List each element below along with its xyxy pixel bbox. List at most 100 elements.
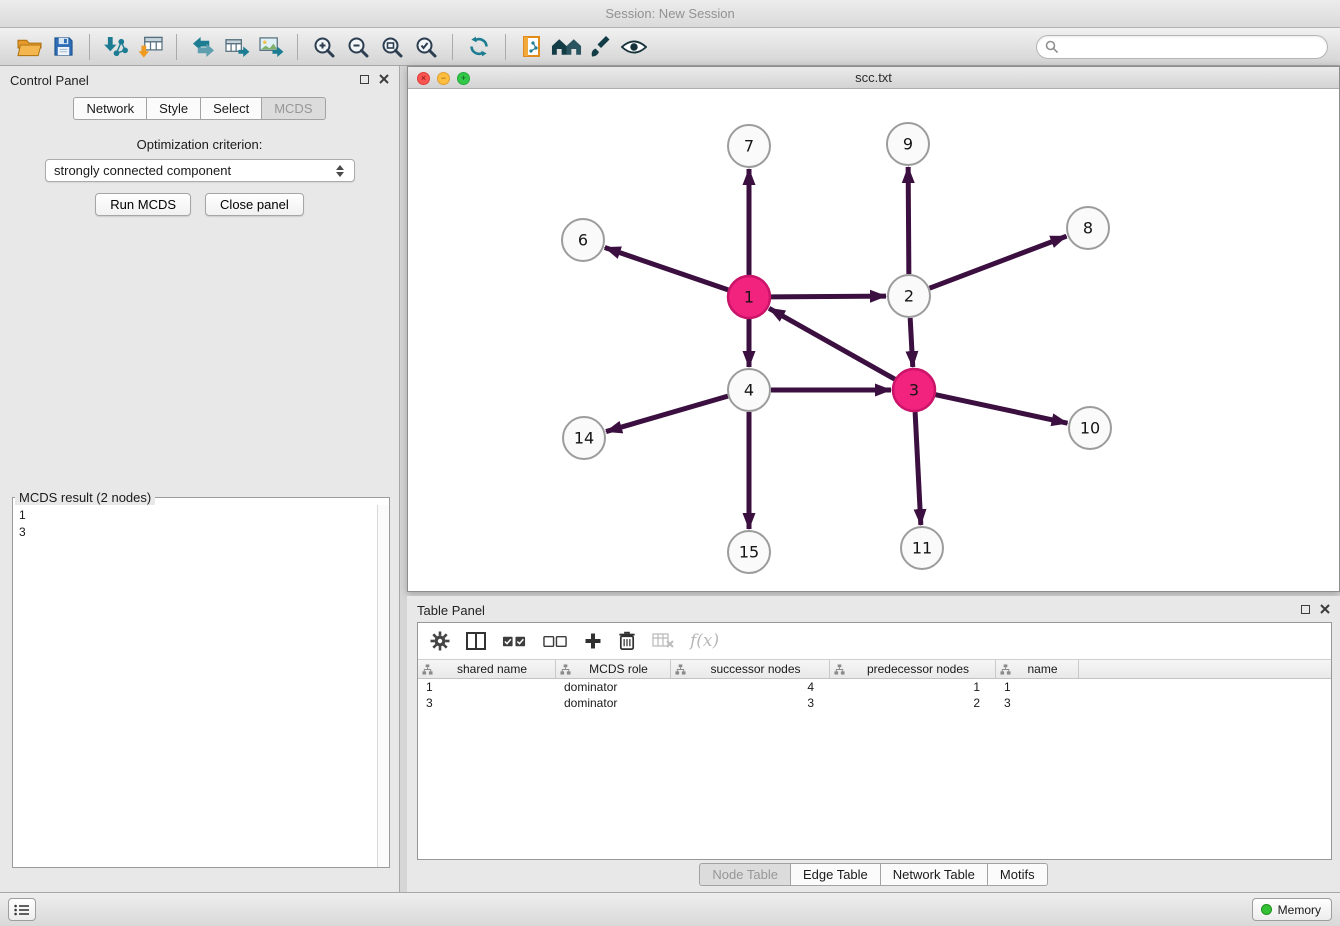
tab-network[interactable]: Network — [73, 97, 147, 120]
import-network-button[interactable] — [99, 31, 133, 63]
control-panel-window-buttons — [360, 74, 389, 84]
table-cell: 1 — [830, 679, 996, 695]
column-header-filler — [1079, 660, 1331, 678]
memory-label: Memory — [1278, 903, 1321, 917]
memory-status-icon — [1261, 904, 1272, 915]
network-canvas[interactable]: 7 9 6 8 1 2 4 3 14 10 15 11 — [408, 89, 1339, 591]
export-image-button[interactable] — [254, 31, 288, 63]
svg-text:3: 3 — [909, 381, 919, 400]
graph-node-1[interactable]: 1 — [728, 276, 770, 318]
graph-node-7[interactable]: 7 — [728, 125, 770, 167]
graph-node-15[interactable]: 15 — [728, 531, 770, 573]
import-table-icon — [138, 36, 163, 58]
tab-motifs[interactable]: Motifs — [987, 863, 1048, 886]
add-column-button[interactable] — [584, 627, 602, 655]
first-neighbors-button[interactable] — [515, 31, 549, 63]
apply-layout-button[interactable] — [462, 31, 496, 63]
table-row[interactable]: 1dominator411 — [418, 679, 1331, 695]
mcds-result-box: MCDS result (2 nodes) 13 — [12, 490, 390, 868]
table-row[interactable]: 3dominator323 — [418, 695, 1331, 711]
window-titlebar[interactable]: Session: New Session — [0, 0, 1340, 28]
graph-edge-1-6[interactable] — [605, 247, 728, 289]
column-header-predecessor-nodes[interactable]: predecessor nodes — [830, 660, 996, 678]
optimization-criterion-label: Optimization criterion: — [0, 137, 399, 152]
graph-node-2[interactable]: 2 — [888, 275, 930, 317]
network-graph[interactable]: 7 9 6 8 1 2 4 3 14 10 15 11 — [408, 89, 1339, 591]
zoom-window-icon[interactable]: + — [457, 72, 470, 85]
criterion-dropdown[interactable]: strongly connected component — [45, 159, 355, 182]
memory-button[interactable]: Memory — [1252, 898, 1332, 921]
zoom-out-button[interactable] — [341, 31, 375, 63]
style-button[interactable] — [583, 31, 617, 63]
tab-select[interactable]: Select — [200, 97, 262, 120]
delete-table-button[interactable] — [652, 627, 674, 655]
float-panel-icon[interactable] — [1301, 605, 1310, 614]
zoom-in-button[interactable] — [307, 31, 341, 63]
table-cell: 4 — [671, 679, 830, 695]
mcds-result-item: 3 — [19, 524, 389, 541]
graph-edge-2-8[interactable] — [930, 236, 1067, 288]
graph-node-11[interactable]: 11 — [901, 527, 943, 569]
graph-edge-4-14[interactable] — [606, 396, 728, 431]
table-cell: 2 — [830, 695, 996, 711]
task-history-button[interactable] — [8, 898, 36, 921]
column-header-name[interactable]: name — [996, 660, 1079, 678]
tab-edge-table[interactable]: Edge Table — [790, 863, 881, 886]
graph-node-6[interactable]: 6 — [562, 219, 604, 261]
network-window-titlebar[interactable]: × − + scc.txt — [408, 67, 1339, 89]
graph-edge-1-2[interactable] — [771, 296, 886, 297]
graph-node-3[interactable]: 3 — [893, 369, 935, 411]
zoom-selected-button[interactable] — [409, 31, 443, 63]
tab-network-table[interactable]: Network Table — [880, 863, 988, 886]
close-panel-button[interactable]: Close panel — [205, 193, 304, 216]
table-cell: 3 — [671, 695, 830, 711]
graph-edge-3-1[interactable] — [769, 308, 895, 379]
close-panel-icon[interactable] — [379, 74, 389, 84]
save-session-button[interactable] — [46, 31, 80, 63]
close-window-icon[interactable]: × — [417, 72, 430, 85]
run-mcds-button[interactable]: Run MCDS — [95, 193, 191, 216]
export-table-button[interactable] — [220, 31, 254, 63]
open-session-button[interactable] — [12, 31, 46, 63]
toolbar-separator — [89, 34, 90, 60]
graph-edge-2-9[interactable] — [908, 167, 909, 274]
float-panel-icon[interactable] — [360, 75, 369, 84]
graph-node-14[interactable]: 14 — [563, 417, 605, 459]
search-input[interactable] — [1065, 39, 1319, 54]
column-header-shared-name[interactable]: shared name — [418, 660, 556, 678]
svg-text:6: 6 — [578, 231, 588, 250]
deselect-all-rows-button[interactable] — [543, 627, 568, 655]
table-cell: 1 — [996, 679, 1079, 695]
show-hide-button[interactable] — [617, 31, 651, 63]
mcds-result-item: 1 — [19, 507, 389, 524]
first-neighbors-icon — [522, 36, 542, 58]
tab-node-table[interactable]: Node Table — [699, 863, 791, 886]
close-panel-icon[interactable] — [1320, 604, 1330, 614]
graph-node-4[interactable]: 4 — [728, 369, 770, 411]
function-builder-button[interactable]: f(x) — [690, 627, 719, 655]
mcds-result-title: MCDS result (2 nodes) — [15, 490, 155, 505]
zoom-fit-button[interactable] — [375, 31, 409, 63]
delete-column-button[interactable] — [618, 627, 636, 655]
graph-edge-2-3[interactable] — [910, 318, 913, 367]
column-sort-icon — [560, 664, 571, 675]
tab-mcds[interactable]: MCDS — [261, 97, 325, 120]
result-scrollbar[interactable] — [377, 505, 389, 867]
tab-style[interactable]: Style — [146, 97, 201, 120]
column-header-mcds-role[interactable]: MCDS role — [556, 660, 671, 678]
search-box[interactable] — [1036, 35, 1328, 59]
graph-node-10[interactable]: 10 — [1069, 407, 1111, 449]
minimize-window-icon[interactable]: − — [437, 72, 450, 85]
graph-edge-3-11[interactable] — [915, 412, 921, 525]
graph-node-8[interactable]: 8 — [1067, 207, 1109, 249]
graph-edge-3-10[interactable] — [936, 395, 1068, 424]
import-table-button[interactable] — [133, 31, 167, 63]
column-header-successor-nodes[interactable]: successor nodes — [671, 660, 830, 678]
select-all-rows-button[interactable] — [502, 627, 527, 655]
paintbrush-icon — [589, 36, 611, 58]
table-settings-button[interactable] — [430, 627, 450, 655]
network-from-selection-button[interactable] — [186, 31, 220, 63]
show-columns-button[interactable] — [466, 627, 486, 655]
overview-button[interactable] — [549, 31, 583, 63]
graph-node-9[interactable]: 9 — [887, 123, 929, 165]
